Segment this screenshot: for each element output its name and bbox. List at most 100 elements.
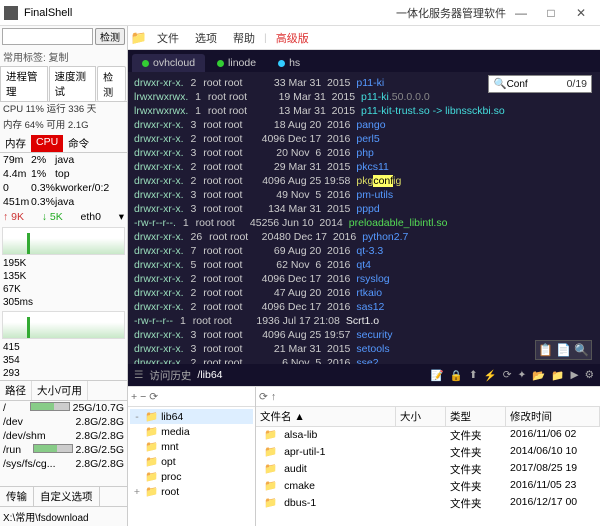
folder-icon: 📁 xyxy=(145,455,158,468)
tree-node[interactable]: -📁lib64 xyxy=(130,409,253,424)
tab-speed[interactable]: 速度测试 xyxy=(49,66,97,101)
term-search-input[interactable] xyxy=(507,79,567,90)
process-list: 79m2%java4.4m1%top00.3%kworker/0:2451m0.… xyxy=(0,153,127,209)
mem-info: 内存 64% 可用 2.1G xyxy=(0,118,127,134)
proc-row[interactable]: 00.3%kworker/0:2 xyxy=(0,181,127,195)
note-icon[interactable]: 📝 xyxy=(431,369,444,382)
ping-b: 354 xyxy=(0,354,127,367)
term-line: drwxr-xr-x. 3 root root 4096 Aug 25 19:5… xyxy=(134,328,594,342)
folder2-icon[interactable]: 📂 xyxy=(532,369,545,382)
ping-ms: 305ms xyxy=(0,296,127,309)
hdr-mtime[interactable]: 修改时间 xyxy=(506,407,600,426)
folder-icon: 📁 xyxy=(145,410,158,423)
copy-icon[interactable]: 📋 xyxy=(538,343,553,357)
fs-row[interactable]: /run 2.8G/2.5G xyxy=(0,443,127,457)
hist-path: /lib64 xyxy=(197,369,222,381)
check2-button[interactable]: 检测 xyxy=(97,66,126,101)
tree-minus-icon[interactable]: − xyxy=(140,391,146,403)
btab-transfer[interactable]: 传输 xyxy=(0,487,34,506)
status-dot xyxy=(142,60,149,67)
fs-row[interactable]: / 25G/10.7G xyxy=(0,401,127,415)
proc-row[interactable]: 79m2%java xyxy=(0,153,127,167)
tab-mem[interactable]: 内存 xyxy=(0,135,31,152)
tab-process[interactable]: 进程管理 xyxy=(0,66,48,101)
terminal-tabs: ovhcloudlinodehs xyxy=(128,50,600,72)
folder-icon: 📁 xyxy=(260,480,281,492)
menu-file[interactable]: 文件 xyxy=(150,30,186,46)
hdr-size[interactable]: 大小 xyxy=(396,407,446,426)
tree-plus-icon[interactable]: + xyxy=(131,391,137,403)
file-row[interactable]: 📁cmake文件夹2016/11/05 23 xyxy=(256,478,600,495)
term-line: drwxr-xr-x. 2 root root 4096 Aug 25 19:5… xyxy=(134,174,594,188)
terminal-footer: ☰ 访问历史 /lib64 📝 🔒 ⬆ ⚡ ⟳ ✦ 📂 📁 ▶ ⚙ xyxy=(128,364,600,386)
proc-row[interactable]: 4.4m1%top xyxy=(0,167,127,181)
menu-icon[interactable]: ☰ xyxy=(134,369,143,381)
open-icon[interactable]: 📁 xyxy=(551,369,564,382)
tree-pane: + − ⟳ -📁lib64📁media📁mnt📁opt📁proc+📁root xyxy=(128,387,256,526)
folder-icon[interactable]: 📁 xyxy=(130,29,148,47)
term-line: drwxr-xr-x. 2 root root 4096 Dec 17 2016… xyxy=(134,272,594,286)
tree-node[interactable]: +📁root xyxy=(130,484,253,499)
menu-opts[interactable]: 选项 xyxy=(188,30,224,46)
status-dot xyxy=(278,60,285,67)
paste-icon[interactable]: 📄 xyxy=(556,343,571,357)
hist-label[interactable]: 访问历史 xyxy=(149,368,191,383)
gear-icon[interactable]: ⚙ xyxy=(585,369,594,382)
tab-cmd[interactable]: 命令 xyxy=(63,135,94,152)
fs-row[interactable]: /sys/fs/cg...2.8G/2.8G xyxy=(0,457,127,471)
fs-row[interactable]: /dev2.8G/2.8G xyxy=(0,415,127,429)
term-tab[interactable]: linode xyxy=(207,54,266,72)
file-row[interactable]: 📁alsa-lib文件夹2016/11/06 02 xyxy=(256,427,600,444)
folder-icon: 📁 xyxy=(145,425,158,438)
left-panel: 检测 常用标签: 复制 进程管理 速度测试 检测 CPU 11% 运行 336 … xyxy=(0,26,128,526)
search-input[interactable] xyxy=(2,28,93,45)
term-line: drwxr-xr-x. 3 root root 18 Aug 20 2016pa… xyxy=(134,118,594,132)
term-line: drwxr-xr-x. 2 root root 4096 Dec 17 2016… xyxy=(134,300,594,314)
bolt-icon[interactable]: ⚡ xyxy=(484,369,497,382)
app-subtitle: 一体化服务器管理软件 xyxy=(396,5,506,21)
minimize-button[interactable]: — xyxy=(506,2,536,24)
tree-node[interactable]: 📁mnt xyxy=(130,439,253,454)
maximize-button[interactable]: □ xyxy=(536,2,566,24)
lock-icon[interactable]: 🔒 xyxy=(450,369,463,382)
menu-advanced[interactable]: 高级版 xyxy=(269,30,316,46)
fs-list: / 25G/10.7G/dev2.8G/2.8G/dev/shm2.8G/2.8… xyxy=(0,401,127,471)
tree-node[interactable]: 📁opt xyxy=(130,454,253,469)
term-line: drwxr-xr-x. 26 root root 20480 Dec 17 20… xyxy=(134,230,594,244)
play-icon[interactable]: ▶ xyxy=(571,369,579,382)
tree-body[interactable]: -📁lib64📁media📁mnt📁opt📁proc+📁root xyxy=(128,407,255,526)
term-tab[interactable]: hs xyxy=(268,54,310,72)
terminal-body[interactable]: 🔍 0/19 📋 📄 🔍 drwxr-xr-x. 2 root root 33 … xyxy=(128,72,600,364)
file-row[interactable]: 📁audit文件夹2017/08/25 19 xyxy=(256,461,600,478)
status-path: X:\常用\fsdownload xyxy=(0,506,127,526)
list-up-icon[interactable]: ↑ xyxy=(271,391,276,403)
hdr-type[interactable]: 类型 xyxy=(446,407,506,426)
net-dropdown-icon[interactable]: ▾ xyxy=(119,211,124,223)
folder-icon: 📁 xyxy=(145,440,158,453)
term-tab[interactable]: ovhcloud xyxy=(132,54,205,72)
tab-cpu[interactable]: CPU xyxy=(31,135,63,152)
term-line: -rw-r--r-- 1 root root 1936 Jul 17 21:08… xyxy=(134,314,594,328)
list-refresh-icon[interactable]: ⟳ xyxy=(259,391,268,403)
close-button[interactable]: ✕ xyxy=(566,2,596,24)
proc-row[interactable]: 451m0.3%java xyxy=(0,195,127,209)
star-icon[interactable]: ✦ xyxy=(518,369,527,382)
tree-refresh-icon[interactable]: ⟳ xyxy=(149,391,158,403)
titlebar: FinalShell 一体化服务器管理软件 — □ ✕ xyxy=(0,0,600,26)
find-icon[interactable]: 🔍 xyxy=(574,343,589,357)
hdr-name[interactable]: 文件名 ▲ xyxy=(256,407,396,426)
tree-node[interactable]: 📁proc xyxy=(130,469,253,484)
tree-node[interactable]: 📁media xyxy=(130,424,253,439)
file-list[interactable]: 📁alsa-lib文件夹2016/11/06 02📁apr-util-1文件夹2… xyxy=(256,427,600,512)
fs-row[interactable]: /dev/shm2.8G/2.8G xyxy=(0,429,127,443)
chart-num: 195K xyxy=(0,257,127,270)
file-row[interactable]: 📁dbus-1文件夹2016/12/17 00 xyxy=(256,495,600,512)
search-count: 0/19 xyxy=(567,77,587,91)
check-button[interactable]: 检测 xyxy=(95,28,125,45)
menu-help[interactable]: 帮助 xyxy=(226,30,262,46)
file-row[interactable]: 📁apr-util-1文件夹2014/06/10 10 xyxy=(256,444,600,461)
btab-custom[interactable]: 自定义选项 xyxy=(34,487,100,506)
refresh-icon[interactable]: ⟳ xyxy=(503,369,512,382)
up-icon[interactable]: ⬆ xyxy=(469,369,478,382)
folder-icon: 📁 xyxy=(145,470,158,483)
